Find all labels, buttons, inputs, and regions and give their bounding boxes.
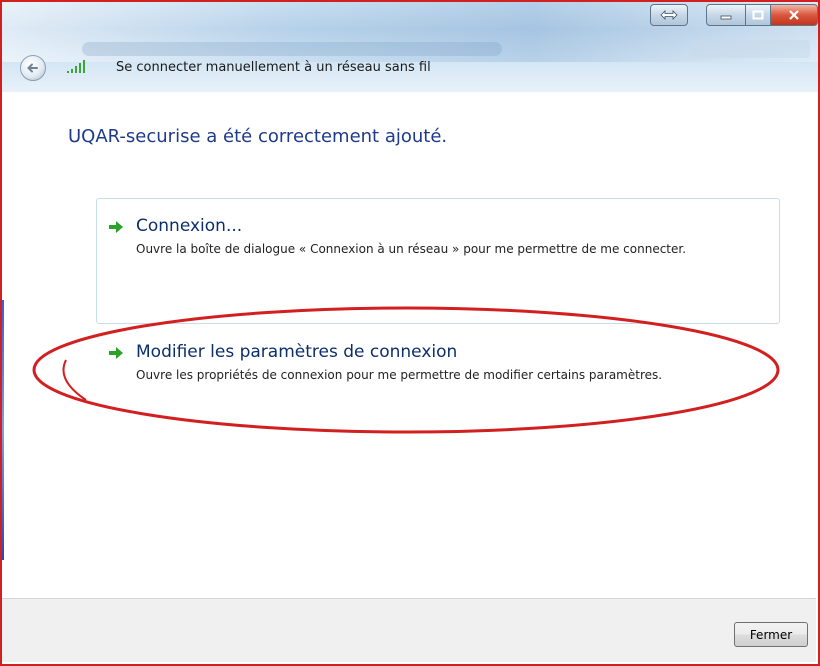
dialog-title: Se connecter manuellement à un réseau sa… [116, 60, 431, 75]
minimize-icon [720, 15, 732, 20]
page-heading: UQAR-securise a été correctement ajouté. [68, 126, 448, 147]
background-window-edge [0, 300, 4, 560]
green-arrow-icon [109, 221, 123, 233]
minimize-button[interactable] [706, 4, 746, 26]
resize-button[interactable] [650, 4, 688, 26]
connect-option-title: Connexion... [136, 216, 243, 236]
maximize-icon [752, 10, 764, 20]
modify-settings-title: Modifier les paramètres de connexion [136, 342, 458, 362]
modify-settings-description: Ouvre les propriétés de connexion pour m… [136, 368, 663, 382]
screenshot-root: Se connecter manuellement à un réseau sa… [0, 0, 820, 666]
close-button[interactable]: Fermer [734, 622, 808, 647]
wireless-signal-icon [67, 60, 85, 73]
green-arrow-icon [109, 347, 123, 359]
double-arrow-icon [660, 10, 678, 20]
close-icon [789, 10, 799, 20]
window-close-button[interactable] [770, 4, 818, 26]
dialog-footer [2, 598, 816, 662]
connect-option[interactable]: Connexion... Ouvre la boîte de dialogue … [108, 216, 768, 260]
back-arrow-icon [27, 63, 38, 73]
connect-option-description: Ouvre la boîte de dialogue « Connexion à… [136, 242, 687, 256]
modify-settings-option[interactable]: Modifier les paramètres de connexion Ouv… [108, 342, 768, 386]
back-button[interactable] [20, 55, 46, 81]
blurred-search-box [692, 40, 810, 58]
blurred-breadcrumb [82, 42, 502, 56]
screenshot-frame [0, 0, 820, 666]
title-bar-area [2, 2, 818, 92]
maximize-button[interactable] [745, 4, 771, 26]
